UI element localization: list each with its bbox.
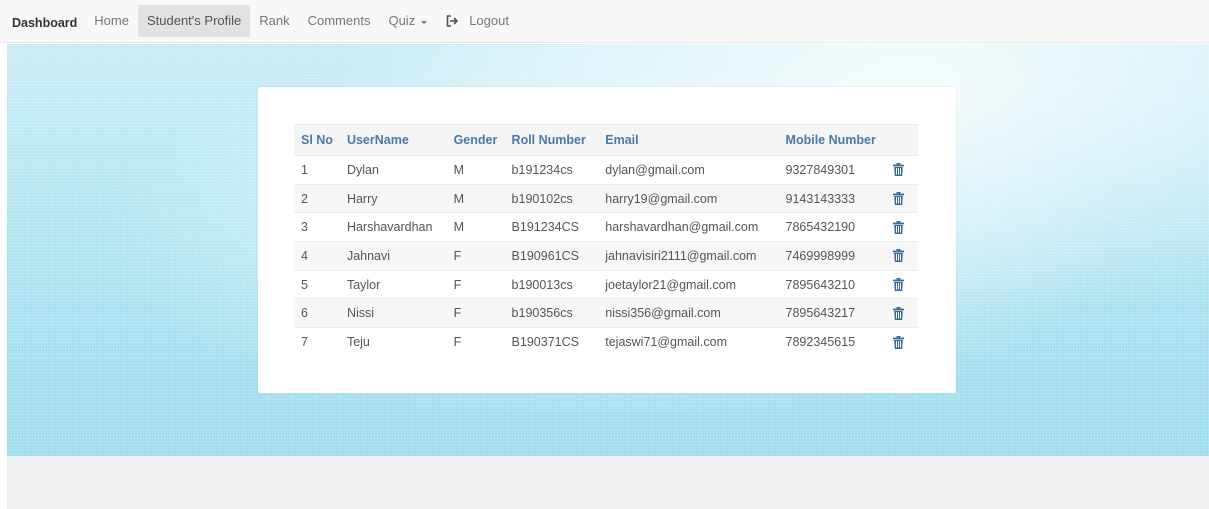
cell-mobile-number: 7469998999 [778, 241, 887, 271]
cell-delete [886, 241, 918, 271]
cell-gender: M [446, 155, 505, 185]
cell-mobile-number: 9143143333 [778, 184, 887, 214]
cell-sl-no: 2 [294, 184, 340, 214]
nav-item-quiz-dropdown[interactable]: Quiz [379, 5, 436, 37]
column-header-username: UserName [339, 124, 447, 156]
nav-item-label: Quiz [388, 13, 416, 28]
cell-email: nissi356@gmail.com [598, 298, 779, 329]
cell-email: tejaswi71@gmail.com [605, 335, 728, 350]
cell-email: dylan@gmail.com [598, 155, 779, 185]
cell-roll-number: b190102cs [504, 184, 599, 214]
cell-roll-number: B190371CS [511, 335, 579, 350]
cell-email: harshavardhan@gmail.com [598, 212, 779, 243]
table-row: 5 Taylor Fb190013cs joetaylor21@gmail.com 78… [294, 270, 918, 300]
column-header-mobile-number: Mobile Number [778, 124, 887, 156]
table-row: 1 Dylan Mb191234cs dylan@gmail.com 932784930… [294, 155, 918, 185]
cell-email: jahnavisiri2111@gmail.com [598, 241, 779, 271]
cell-mobile-number: 7865432190 [778, 212, 887, 243]
column-header-roll-number: Roll Number [504, 124, 599, 156]
cell-delete [886, 155, 918, 185]
nav-item-home[interactable]: Home [85, 5, 138, 37]
nav-item-comments[interactable]: Comments [299, 5, 380, 37]
cell-username: Teju [346, 335, 370, 350]
table-row: 6 Nissi Fb190356cs nissi356@gmail.com 789564… [294, 298, 918, 329]
cell-roll-number: b191234cs [504, 155, 599, 185]
cell-gender: M [446, 184, 505, 214]
table-header-row: Sl No UserName Gender Roll Number Email … [294, 124, 918, 156]
cell-email: joetaylor21@gmail.com [598, 270, 779, 300]
cell-delete [886, 212, 918, 243]
nav-item-students-profile[interactable]: Student's Profile [137, 5, 251, 37]
cell-roll-number: b190013cs [504, 270, 599, 300]
cell-gender: F [446, 298, 505, 329]
cell-username: Dylan [339, 155, 447, 185]
cell-delete [886, 328, 918, 357]
students-card: Sl No UserName Gender Roll Number Email … [258, 87, 956, 393]
nav-item-logout[interactable]: Logout [436, 5, 518, 37]
cell-delete [886, 298, 918, 329]
cell-sl-no: 6 [294, 298, 340, 329]
trash-icon[interactable] [893, 278, 905, 292]
cell-roll-number: B190961CS [504, 241, 599, 271]
cell-mobile-number: 7892345615 [785, 335, 856, 350]
nav-item-label: Rank [259, 13, 290, 28]
cell-roll-number: B191234CS [504, 212, 599, 243]
cell-sl-no: 4 [294, 241, 340, 271]
students-table: Sl No UserName Gender Roll Number Email … [294, 124, 918, 356]
cell-sl-no: 3 [294, 212, 340, 243]
cell-gender: F [446, 241, 505, 271]
top-navbar: Dashboard Home Student's Profile Rank Co… [0, 0, 1209, 43]
cell-username: Jahnavi [339, 241, 447, 271]
trash-icon[interactable] [893, 192, 905, 206]
cell-delete [886, 184, 918, 214]
cell-mobile-number: 9327849301 [778, 155, 887, 185]
nav-item-label: Logout [469, 13, 509, 28]
column-header-actions [886, 124, 918, 156]
trash-icon[interactable] [893, 335, 905, 349]
cell-gender: F [453, 335, 462, 350]
trash-icon[interactable] [893, 306, 905, 320]
table-row: 2 Harry Mb190102cs harry19@gmail.com 9143143… [294, 184, 918, 214]
trash-icon[interactable] [893, 220, 905, 234]
cell-gender: F [446, 270, 505, 300]
cell-username: Harshavardhan [339, 212, 447, 243]
cell-delete [886, 270, 918, 300]
cell-mobile-number: 7895643210 [778, 270, 887, 300]
logout-icon [446, 15, 459, 27]
nav-item-label: Comments [307, 13, 371, 28]
table-row: 4 Jahnavi F B190961CS jahnavisiri2111@gmail.… [294, 241, 918, 271]
page: Dashboard Home Student's Profile Rank Co… [0, 0, 1209, 509]
table-row: 7 Teju F B190371CS tejaswi71@gmail.com 789234… [294, 328, 918, 357]
cell-username: Taylor [339, 270, 447, 300]
cell-email: harry19@gmail.com [598, 184, 779, 214]
cell-sl-no: 5 [294, 270, 340, 300]
cell-username: Nissi [339, 298, 447, 329]
nav-item-label: Student's Profile [146, 13, 242, 28]
footer-strip [7, 456, 1209, 509]
column-header-gender: Gender [446, 124, 505, 156]
cell-sl-no: 7 [301, 335, 308, 350]
nav-brand-dashboard[interactable]: Dashboard [8, 0, 85, 43]
cell-username: Harry [339, 184, 447, 214]
caret-down-icon [421, 20, 428, 24]
cell-mobile-number: 7895643217 [778, 298, 887, 329]
nav-item-label: Home [94, 13, 129, 28]
table-row: 3 Harshavardhan M B191234CS harshavardhan@gm… [294, 212, 918, 243]
table-body: 1 Dylan Mb191234cs dylan@gmail.com 932784930… [294, 155, 918, 357]
column-header-email: Email [598, 124, 779, 156]
trash-icon[interactable] [893, 163, 905, 177]
cell-gender: M [446, 212, 505, 243]
trash-icon[interactable] [893, 249, 905, 263]
cell-roll-number: b190356cs [504, 298, 599, 329]
nav-item-rank[interactable]: Rank [250, 5, 298, 37]
cell-sl-no: 1 [294, 155, 340, 185]
column-header-sl-no: Sl No [294, 124, 340, 156]
